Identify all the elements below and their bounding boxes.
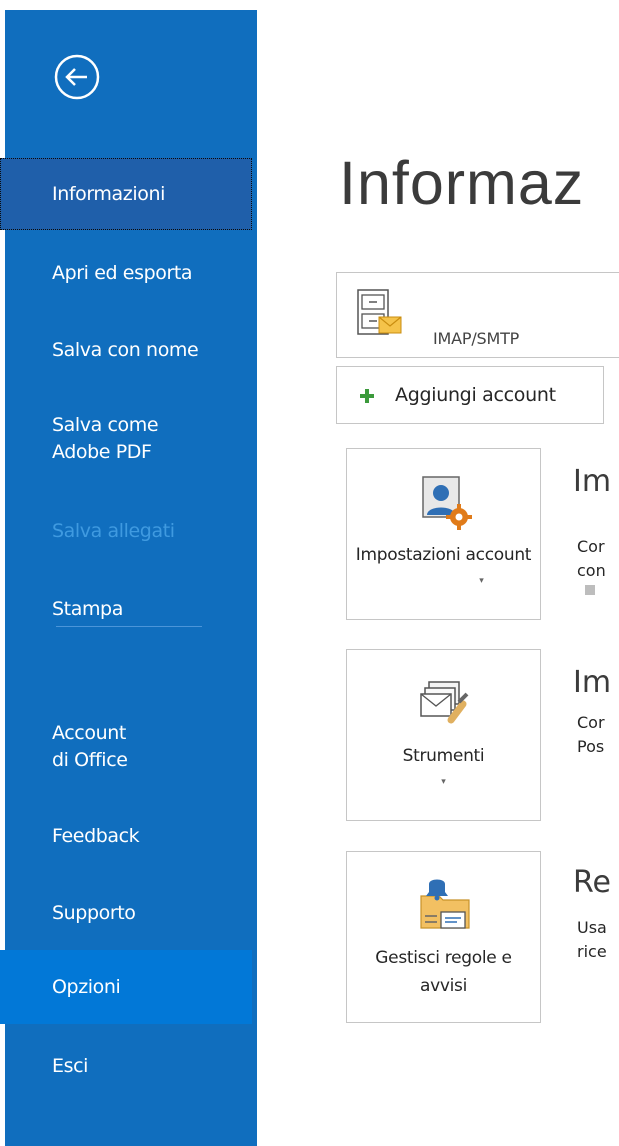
nav-item-label: Opzioni [52, 975, 121, 998]
nav-item-account-office[interactable]: Account di Office [0, 717, 252, 777]
section-desc: Pos [577, 737, 605, 756]
back-button[interactable] [53, 53, 101, 101]
section-title: Im [573, 464, 612, 499]
nav-item-label: Supporto [52, 901, 136, 924]
page-title: Informaz [339, 149, 585, 217]
tools-icon [420, 681, 469, 724]
add-account-button[interactable]: Aggiungi account [336, 366, 604, 424]
section-desc: rice [577, 942, 607, 961]
nav-item-label: Salva come Adobe PDF [52, 414, 159, 463]
nav-item-salva-con-nome[interactable]: Salva con nome [0, 332, 252, 368]
nav-item-salva-allegati: Salva allegati [0, 513, 252, 549]
nav-item-label: Salva con nome [52, 338, 199, 361]
nav-item-supporto[interactable]: Supporto [0, 895, 252, 931]
account-type: IMAP/SMTP [433, 329, 520, 348]
account-settings-tile[interactable]: Impostazioni account ▾ [346, 448, 541, 620]
nav-item-esci[interactable]: Esci [0, 1048, 252, 1084]
nav-item-label: Informazioni [52, 182, 165, 205]
rules-alerts-icon [420, 879, 470, 929]
section-desc: Cor [577, 537, 605, 556]
nav-item-apri-esporta[interactable]: Apri ed esporta [0, 255, 252, 291]
account-selector[interactable]: IMAP/SMTP [336, 272, 619, 358]
dropdown-arrow-icon: ▾ [441, 777, 446, 787]
section-title: Re [573, 865, 611, 900]
bullet-icon [585, 585, 595, 595]
add-account-label: Aggiungi account [395, 384, 556, 406]
nav-item-label: Stampa [52, 597, 123, 620]
nav-item-label: Salva allegati [52, 519, 175, 542]
nav-item-label: Account di Office [52, 722, 128, 771]
back-arrow-icon [54, 54, 100, 100]
account-settings-icon [422, 476, 472, 530]
mail-cabinet-icon [357, 289, 402, 335]
tools-tile[interactable]: Strumenti ▾ [346, 649, 541, 821]
nav-item-salva-pdf[interactable]: Salva come Adobe PDF [0, 409, 252, 469]
tile-label: Gestisci regole e avvisi [375, 948, 512, 996]
dropdown-arrow-icon: ▾ [479, 576, 484, 586]
nav-item-label: Feedback [52, 824, 140, 847]
nav-item-feedback[interactable]: Feedback [0, 818, 252, 854]
section-desc: Cor [577, 713, 605, 732]
nav-item-opzioni[interactable]: Opzioni [0, 950, 252, 1024]
main-content: Informaz IMAP/SMTP Aggiungi account Impo… [257, 0, 619, 1146]
nav-separator [56, 626, 202, 627]
rules-alerts-tile[interactable]: Gestisci regole e avvisi [346, 851, 541, 1023]
section-desc: con [577, 561, 606, 580]
nav-item-label: Apri ed esporta [52, 261, 193, 284]
nav-item-stampa[interactable]: Stampa [0, 591, 252, 627]
tile-label: Impostazioni account [355, 545, 532, 565]
section-desc: Usa [577, 918, 607, 937]
plus-icon [360, 389, 374, 403]
section-title: Im [573, 665, 612, 700]
tile-label: Strumenti [402, 746, 485, 766]
nav-item-label: Esci [52, 1054, 89, 1077]
nav-item-informazioni[interactable]: Informazioni [0, 158, 252, 230]
